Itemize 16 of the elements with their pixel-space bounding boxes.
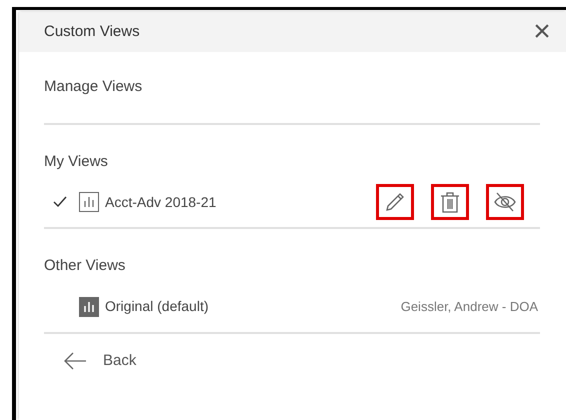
edit-button[interactable] <box>376 184 414 220</box>
hide-button[interactable] <box>486 184 524 220</box>
trash-icon <box>438 190 462 214</box>
dialog-title: Custom Views <box>44 22 140 42</box>
owner-name: Geissler, Andrew - DOA <box>400 298 539 316</box>
view-name[interactable]: Acct-Adv 2018-21 <box>105 192 216 212</box>
left-arrow-icon <box>63 352 87 370</box>
delete-button[interactable] <box>431 184 469 220</box>
close-button[interactable]: × <box>530 18 554 46</box>
section-heading: Other Views <box>44 256 126 276</box>
view-name[interactable]: Original (default) <box>105 296 208 317</box>
view-row[interactable]: Original (default) Geissler, Andrew - DOA <box>44 282 540 334</box>
section-heading: My Views <box>44 152 109 172</box>
back-button[interactable]: Back <box>63 350 136 372</box>
section-title: Manage Views <box>44 78 142 95</box>
hidden-eye-icon <box>493 190 517 214</box>
